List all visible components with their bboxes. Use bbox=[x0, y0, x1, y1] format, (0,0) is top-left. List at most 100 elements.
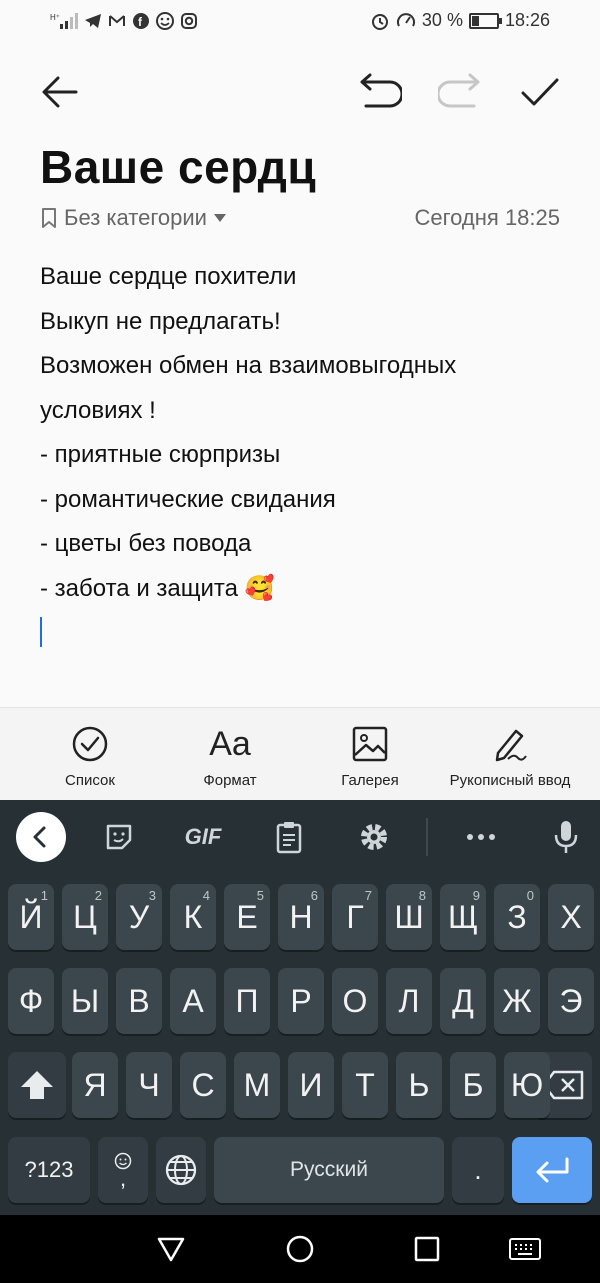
key-r1-4[interactable]: Е5 bbox=[224, 884, 270, 950]
gear-icon bbox=[361, 824, 387, 850]
handwriting-button[interactable]: Рукописный ввод bbox=[440, 708, 580, 801]
key-hint: 0 bbox=[526, 888, 534, 903]
key-r3-1[interactable]: Ч bbox=[126, 1052, 172, 1118]
category-label: Без категории bbox=[64, 205, 207, 230]
key-label: Н bbox=[289, 898, 313, 935]
key-r3-0[interactable]: Я bbox=[72, 1052, 118, 1118]
back-button[interactable] bbox=[30, 62, 90, 122]
emoji-app-icon bbox=[156, 12, 174, 30]
key-hint: 9 bbox=[472, 888, 480, 903]
nav-keyboard-button[interactable] bbox=[505, 1229, 545, 1269]
key-label: А bbox=[182, 982, 204, 1019]
more-icon bbox=[467, 834, 495, 840]
key-r2-5[interactable]: Р bbox=[278, 968, 324, 1034]
save-button[interactable] bbox=[510, 62, 570, 122]
facebook-icon: f bbox=[133, 13, 149, 29]
note-line: - романтические свидания bbox=[40, 485, 336, 513]
key-label: Щ bbox=[448, 898, 478, 935]
key-r2-8[interactable]: Д bbox=[440, 968, 486, 1034]
clipboard-button[interactable] bbox=[264, 812, 314, 862]
key-label: Б bbox=[462, 1066, 484, 1103]
key-r1-8[interactable]: Щ9 bbox=[440, 884, 486, 950]
key-r2-4[interactable]: П bbox=[224, 968, 270, 1034]
key-r1-7[interactable]: Ш8 bbox=[386, 884, 432, 950]
key-label: П bbox=[235, 982, 259, 1019]
key-label: Э bbox=[559, 982, 583, 1019]
key-r1-3[interactable]: К4 bbox=[170, 884, 216, 950]
language-key[interactable] bbox=[156, 1137, 206, 1203]
undo-button[interactable] bbox=[350, 62, 410, 122]
key-label: С bbox=[191, 1066, 215, 1103]
nav-recents-button[interactable] bbox=[407, 1229, 447, 1269]
gif-button[interactable]: GIF bbox=[178, 812, 228, 862]
nav-home-button[interactable] bbox=[280, 1229, 320, 1269]
more-options-button[interactable] bbox=[456, 812, 506, 862]
square-recents-icon bbox=[414, 1236, 440, 1262]
period-key[interactable]: . bbox=[452, 1137, 504, 1203]
key-r2-3[interactable]: А bbox=[170, 968, 216, 1034]
symbols-key[interactable]: ?123 bbox=[8, 1137, 90, 1203]
key-r1-1[interactable]: Ц2 bbox=[62, 884, 108, 950]
category-selector[interactable]: Без категории bbox=[40, 205, 227, 231]
key-r3-5[interactable]: Т bbox=[342, 1052, 388, 1118]
key-label: Ш bbox=[394, 898, 424, 935]
keyboard: GIF Й1Ц2У3К4Е5Н6Г7Ш8Щ9З0Х ФЫВАПРОЛДЖЭ ЯЧ… bbox=[0, 800, 600, 1215]
key-label: Ю bbox=[510, 1066, 544, 1103]
note-date: Сегодня 18:25 bbox=[414, 205, 560, 230]
keyboard-settings-button[interactable] bbox=[349, 812, 399, 862]
redo-button[interactable] bbox=[430, 62, 490, 122]
gallery-button[interactable]: Галерея bbox=[320, 708, 420, 801]
enter-key[interactable] bbox=[512, 1137, 592, 1203]
key-r1-10[interactable]: Х bbox=[548, 884, 594, 950]
key-r1-9[interactable]: З0 bbox=[494, 884, 540, 950]
note-line: - приятные сюрпризы bbox=[40, 441, 281, 468]
key-label: Ф bbox=[18, 982, 44, 1019]
emoji-comma-key[interactable]: , bbox=[98, 1137, 148, 1203]
gallery-label: Галерея bbox=[341, 772, 399, 789]
key-r3-4[interactable]: И bbox=[288, 1052, 334, 1118]
sticker-icon bbox=[106, 824, 132, 850]
key-label: Ц bbox=[73, 898, 97, 935]
voice-input-button[interactable] bbox=[541, 812, 591, 862]
space-key[interactable]: Русский bbox=[214, 1137, 444, 1203]
triangle-back-icon bbox=[157, 1237, 185, 1262]
comma-label: , bbox=[119, 1166, 127, 1191]
key-label: Ч bbox=[138, 1066, 160, 1103]
instagram-icon bbox=[181, 13, 197, 29]
key-r2-2[interactable]: В bbox=[116, 968, 162, 1034]
nav-back-button[interactable] bbox=[151, 1229, 191, 1269]
note-title[interactable]: Ваше сердц bbox=[40, 140, 316, 194]
key-r3-2[interactable]: С bbox=[180, 1052, 226, 1118]
sticker-button[interactable] bbox=[94, 812, 144, 862]
key-label: Т bbox=[355, 1066, 375, 1103]
key-r2-0[interactable]: Ф bbox=[8, 968, 54, 1034]
key-r3-8[interactable]: Ю bbox=[504, 1052, 550, 1118]
key-hint: 7 bbox=[364, 888, 372, 903]
shift-key[interactable] bbox=[8, 1052, 66, 1118]
key-r2-7[interactable]: Л bbox=[386, 968, 432, 1034]
key-r2-1[interactable]: Ы bbox=[62, 968, 108, 1034]
key-r2-6[interactable]: О bbox=[332, 968, 378, 1034]
key-r3-3[interactable]: М bbox=[234, 1052, 280, 1118]
key-r1-5[interactable]: Н6 bbox=[278, 884, 324, 950]
keyboard-suggestion-bar: GIF bbox=[0, 800, 600, 875]
note-line: - забота и защита 🥰 bbox=[40, 574, 275, 602]
key-r1-6[interactable]: Г7 bbox=[332, 884, 378, 950]
checkmark-icon bbox=[521, 78, 559, 106]
list-button[interactable]: Список bbox=[40, 708, 140, 801]
note-body[interactable]: Ваше сердце похители Выкуп не предлагать!… bbox=[40, 255, 570, 611]
pen-icon bbox=[495, 729, 527, 762]
key-label: Ы bbox=[70, 982, 100, 1019]
key-r2-10[interactable]: Э bbox=[548, 968, 594, 1034]
key-r1-2[interactable]: У3 bbox=[116, 884, 162, 950]
key-r1-0[interactable]: Й1 bbox=[8, 884, 54, 950]
alarm-icon bbox=[371, 13, 388, 30]
key-r3-7[interactable]: Б bbox=[450, 1052, 496, 1118]
key-label: Д bbox=[452, 982, 474, 1019]
key-r3-6[interactable]: Ь bbox=[396, 1052, 442, 1118]
key-r2-9[interactable]: Ж bbox=[494, 968, 540, 1034]
format-button[interactable]: Aa Формат bbox=[180, 708, 280, 801]
format-label: Формат bbox=[203, 772, 257, 789]
keyboard-collapse-button[interactable] bbox=[16, 812, 66, 862]
key-hint: 1 bbox=[40, 888, 48, 903]
